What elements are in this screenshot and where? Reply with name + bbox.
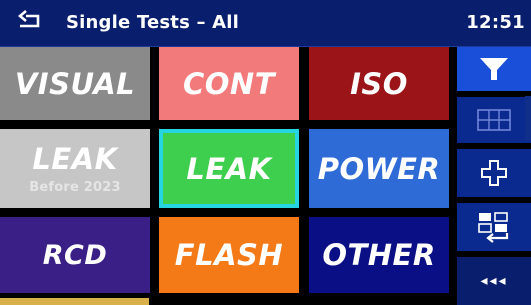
- tile-visual[interactable]: VISUAL: [0, 47, 150, 120]
- tile-label: VISUAL: [14, 66, 136, 101]
- tile-cont[interactable]: CONT: [159, 47, 299, 120]
- tile-label: CONT: [183, 66, 275, 101]
- next-row-tile-partial[interactable]: [0, 298, 149, 305]
- move-button[interactable]: [457, 149, 531, 197]
- tile-flash[interactable]: FLASH: [159, 217, 299, 293]
- tile-label: FLASH: [174, 238, 284, 272]
- header-bar: Single Tests – All 12:51: [0, 0, 531, 47]
- grid-view-button[interactable]: [457, 97, 531, 143]
- filter-button[interactable]: [457, 47, 531, 91]
- tile-other[interactable]: OTHER: [309, 217, 449, 293]
- more-button[interactable]: ◂◂◂: [457, 257, 531, 305]
- tile-label: OTHER: [322, 238, 436, 272]
- tile-leak[interactable]: LEAK: [159, 129, 299, 208]
- page-title: Single Tests – All: [66, 12, 240, 33]
- tile-sublabel: Before 2023: [29, 180, 121, 195]
- reorder-icon: [478, 212, 509, 243]
- tile-label: LEAK: [32, 142, 118, 176]
- filter-icon: [480, 58, 508, 80]
- tile-iso[interactable]: ISO: [309, 47, 449, 120]
- back-icon[interactable]: [14, 8, 44, 34]
- reorder-button[interactable]: [457, 203, 531, 251]
- tile-rcd[interactable]: RCD: [0, 217, 150, 293]
- tile-label: ISO: [350, 66, 408, 101]
- tile-label: LEAK: [186, 151, 272, 186]
- tile-label: POWER: [317, 151, 441, 186]
- tile-label: RCD: [42, 239, 108, 271]
- test-grid: VISUAL CONT ISO LEAK Before 2023 LEAK PO…: [0, 47, 457, 305]
- side-toolbar: ◂◂◂: [457, 47, 531, 305]
- tile-power[interactable]: POWER: [309, 129, 449, 208]
- move-icon: [481, 160, 507, 186]
- tile-leak-before-2023[interactable]: LEAK Before 2023: [0, 129, 150, 208]
- grid-view-icon: [477, 109, 511, 131]
- more-icon: ◂◂◂: [480, 273, 508, 289]
- clock: 12:51: [466, 12, 525, 33]
- scrollbar[interactable]: [525, 96, 531, 140]
